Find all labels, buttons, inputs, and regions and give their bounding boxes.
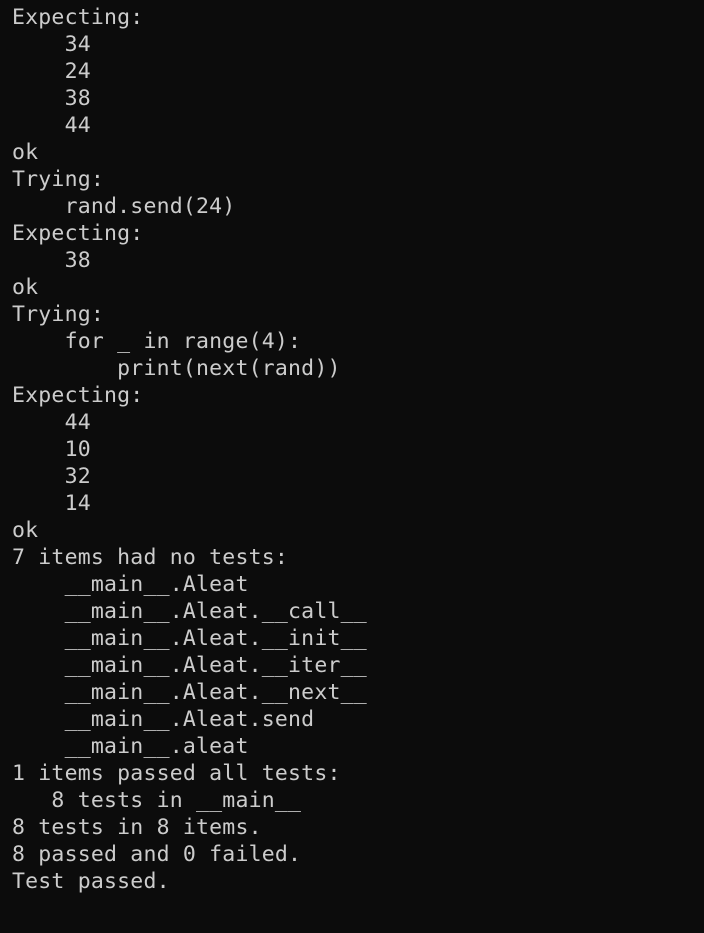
output-line: Test passed. (12, 869, 170, 894)
output-line: for _ in range(4): (12, 329, 302, 354)
output-line: ok (12, 275, 39, 300)
output-line: 32 (12, 464, 91, 489)
output-line: print(next(rand)) (12, 356, 341, 381)
output-line: 10 (12, 437, 91, 462)
output-line: __main__.Aleat.send (12, 707, 315, 732)
terminal-output[interactable]: Expecting: 34 24 38 44 ok Trying: rand.s… (12, 4, 704, 933)
output-line: __main__.Aleat.__call__ (12, 599, 367, 624)
output-line: __main__.Aleat.__iter__ (12, 653, 367, 678)
output-line: Expecting: (12, 221, 144, 246)
output-line: 8 passed and 0 failed. (12, 842, 302, 867)
output-line: 1 items passed all tests: (12, 761, 341, 786)
output-line: __main__.Aleat.__next__ (12, 680, 367, 705)
output-line: 38 (12, 248, 91, 273)
output-line: 44 (12, 410, 91, 435)
output-line: ok (12, 140, 39, 165)
output-line: Expecting: (12, 5, 144, 30)
output-line: 34 (12, 32, 91, 57)
output-line: 7 items had no tests: (12, 545, 289, 570)
output-line: 14 (12, 491, 91, 516)
output-line: 24 (12, 59, 91, 84)
output-line: 8 tests in 8 items. (12, 815, 262, 840)
output-line: Trying: (12, 302, 105, 327)
output-line: Trying: (12, 167, 105, 192)
output-line: __main__.Aleat.__init__ (12, 626, 367, 651)
output-line: rand.send(24) (12, 194, 236, 219)
output-line: 38 (12, 86, 91, 111)
output-line: __main__.aleat (12, 734, 249, 759)
output-line: ok (12, 518, 39, 543)
output-line: 44 (12, 113, 91, 138)
output-line: __main__.Aleat (12, 572, 249, 597)
output-line: 8 tests in __main__ (12, 788, 302, 813)
output-line: Expecting: (12, 383, 144, 408)
